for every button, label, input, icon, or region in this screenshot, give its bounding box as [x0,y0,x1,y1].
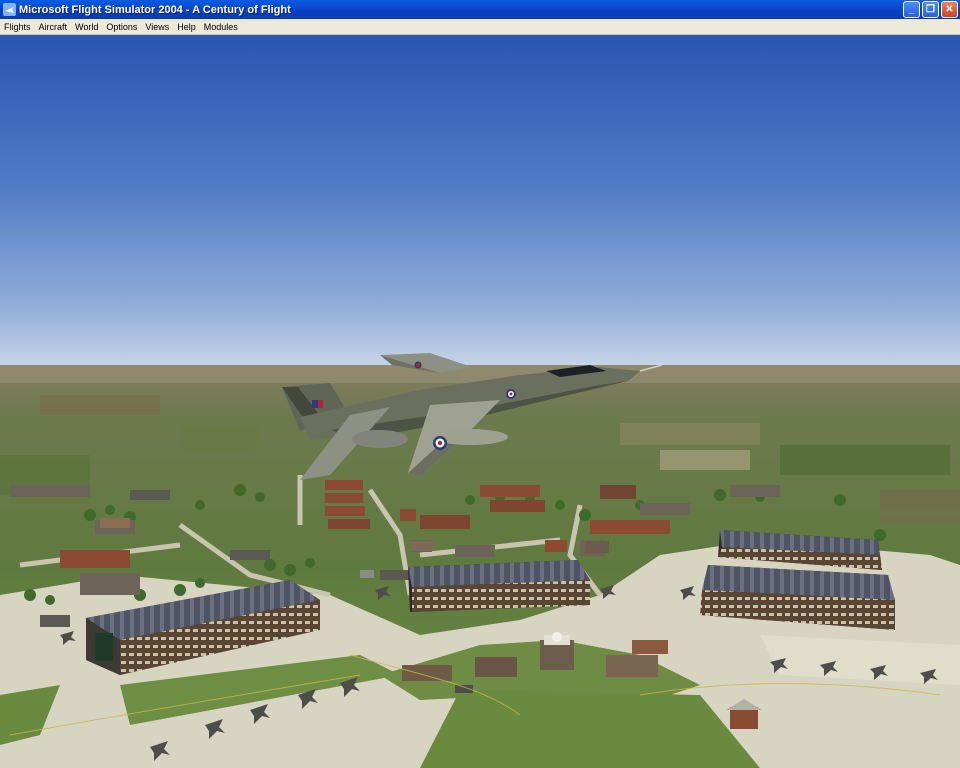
menu-options[interactable]: Options [102,22,141,32]
menu-modules[interactable]: Modules [200,22,242,32]
hangar-center [408,560,590,612]
hangar-right [700,530,895,630]
app-window: Microsoft Flight Simulator 2004 - A Cent… [0,0,960,768]
window-controls: _ ❐ ✕ [903,1,958,18]
simulation-viewport[interactable] [0,35,960,768]
menu-views[interactable]: Views [141,22,173,32]
close-button[interactable]: ✕ [941,1,958,18]
menu-aircraft[interactable]: Aircraft [35,22,72,32]
window-title: Microsoft Flight Simulator 2004 - A Cent… [19,3,291,16]
menu-help[interactable]: Help [173,22,200,32]
sky [0,35,960,367]
maximize-button[interactable]: ❐ [922,1,939,18]
scene-canvas [0,35,960,768]
menu-flights[interactable]: Flights [0,22,35,32]
title-bar[interactable]: Microsoft Flight Simulator 2004 - A Cent… [0,0,960,19]
app-icon [3,3,16,16]
menu-world[interactable]: World [71,22,102,32]
menu-bar: Flights Aircraft World Options Views Hel… [0,19,960,35]
minimize-button[interactable]: _ [903,1,920,18]
